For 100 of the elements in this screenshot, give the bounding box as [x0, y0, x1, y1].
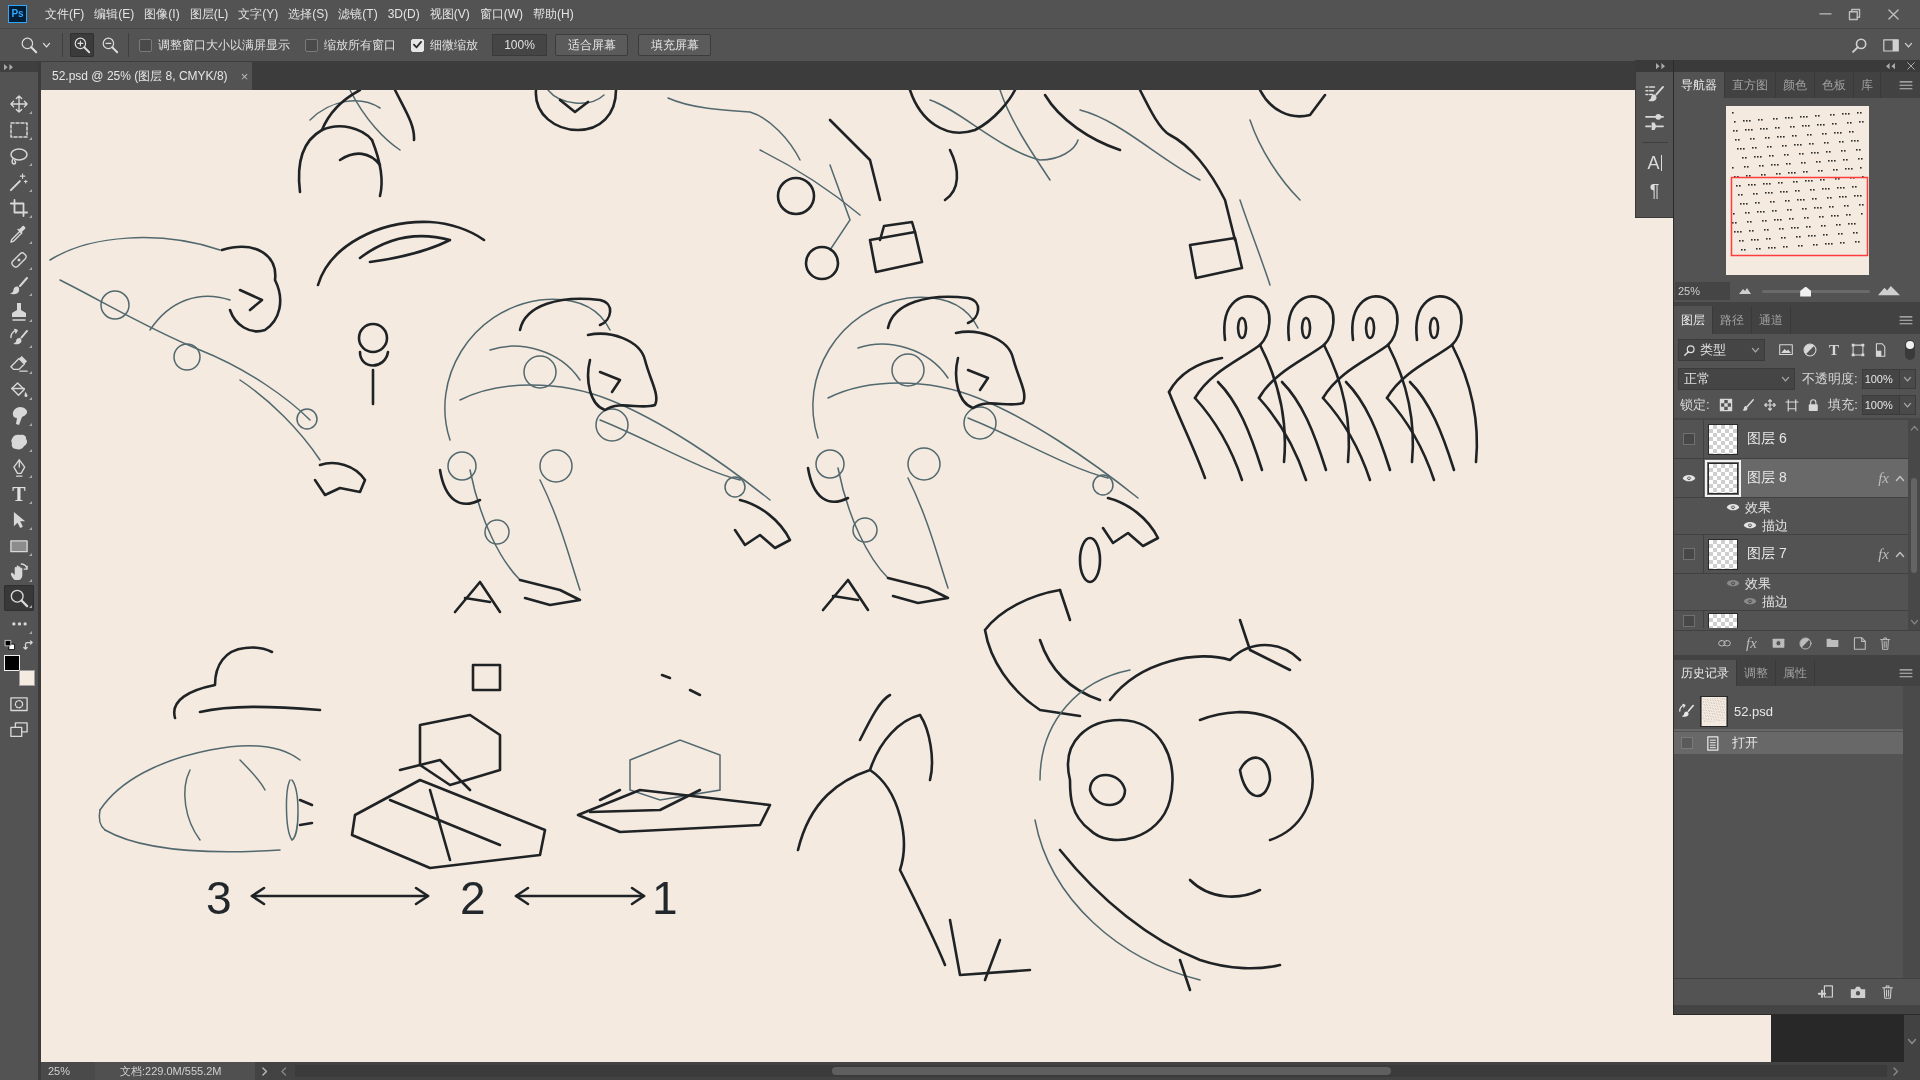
- half-circle-icon[interactable]: [1803, 343, 1817, 357]
- menu-item[interactable]: 视图(V): [424, 3, 475, 25]
- panel-tab[interactable]: 通道: [1752, 306, 1791, 334]
- eye-icon[interactable]: [1681, 473, 1696, 483]
- fill-field[interactable]: 100%: [1861, 395, 1900, 415]
- menu-item[interactable]: 文字(Y): [233, 3, 284, 25]
- caret-up-icon[interactable]: [1896, 475, 1904, 481]
- page-icon[interactable]: [1875, 343, 1887, 357]
- panel-tab[interactable]: 图层: [1674, 306, 1713, 334]
- effects-badge[interactable]: fx: [1878, 546, 1889, 562]
- checkbox-label[interactable]: 缩放所有窗口: [324, 36, 396, 54]
- option-button[interactable]: 填充屏幕: [638, 34, 711, 56]
- tool-button[interactable]: [4, 585, 34, 611]
- menu-icon[interactable]: [1900, 80, 1912, 90]
- view-area-frame[interactable]: [1730, 176, 1868, 257]
- chevron-right-icon[interactable]: [1892, 1066, 1899, 1076]
- eye-icon[interactable]: [1743, 521, 1757, 530]
- menu-item[interactable]: 编辑(E): [89, 3, 140, 25]
- folder-icon[interactable]: [1826, 638, 1839, 648]
- double-arrow-icon[interactable]: [4, 63, 13, 71]
- chevron-left-icon[interactable]: [281, 1066, 287, 1076]
- history-scrollbar[interactable]: [1903, 686, 1920, 978]
- document-tab[interactable]: 52.psd @ 25% (图层 8, CMYK/8) ×: [41, 62, 252, 90]
- restore-icon[interactable]: [1849, 8, 1860, 20]
- layers-scrollbar[interactable]: [1908, 420, 1920, 630]
- zoom-level-field[interactable]: 25%: [41, 1062, 95, 1080]
- checkbox[interactable]: [305, 38, 318, 52]
- option-button[interactable]: 适合屏幕: [555, 34, 628, 56]
- new-page-icon[interactable]: [1853, 636, 1866, 650]
- camera-icon[interactable]: [1849, 985, 1866, 999]
- close-icon[interactable]: [1888, 8, 1899, 20]
- menu-item[interactable]: 窗口(W): [474, 3, 528, 25]
- close-icon[interactable]: [1907, 62, 1915, 70]
- move-icon[interactable]: [1763, 399, 1776, 411]
- opacity-field[interactable]: 100%: [1861, 369, 1900, 389]
- checkbox[interactable]: [139, 38, 152, 52]
- navigator-thumbnail[interactable]: [1725, 106, 1869, 275]
- scrollbar-thumb[interactable]: [1911, 477, 1917, 573]
- history-state[interactable]: 打开: [1674, 732, 1903, 754]
- character-panel-button[interactable]: A: [1640, 149, 1669, 177]
- menu-item[interactable]: 图像(I): [139, 3, 185, 25]
- blend-mode-dropdown[interactable]: 正常: [1678, 368, 1795, 390]
- effects-button[interactable]: fx: [1745, 635, 1758, 651]
- close-tab-button[interactable]: ×: [239, 68, 250, 84]
- panel-tab[interactable]: 导航器: [1674, 72, 1725, 98]
- panel-tab[interactable]: 库: [1854, 72, 1881, 98]
- large-mountain-icon[interactable]: [1878, 286, 1900, 296]
- menu-icon[interactable]: [1900, 668, 1912, 678]
- tool-button[interactable]: T: [4, 481, 34, 507]
- checker-icon[interactable]: [1719, 399, 1732, 411]
- image-icon[interactable]: [1779, 344, 1793, 356]
- chevron-right-icon[interactable]: [262, 1066, 268, 1076]
- foreground-swatch[interactable]: [3, 655, 20, 671]
- menu-item[interactable]: 3D(D): [382, 3, 425, 25]
- zoom-level-field[interactable]: 25%: [1675, 282, 1730, 300]
- double-arrow-icon[interactable]: [1656, 63, 1665, 70]
- mask-icon[interactable]: [1772, 637, 1785, 649]
- panel-tab[interactable]: 直方图: [1725, 72, 1776, 98]
- link-icon[interactable]: [1718, 639, 1731, 647]
- type-filter-button[interactable]: T: [1827, 342, 1841, 358]
- menu-item[interactable]: 帮助(H): [528, 3, 579, 25]
- menu-icon[interactable]: [1900, 315, 1912, 325]
- toggle-switch[interactable]: [1905, 340, 1915, 360]
- brush-arrow-icon[interactable]: [1679, 704, 1694, 719]
- filter-dropdown[interactable]: 类型: [1678, 339, 1765, 361]
- caret-up-icon[interactable]: [1896, 551, 1904, 557]
- menu-item[interactable]: 图层(L): [184, 3, 234, 25]
- panel-tab[interactable]: 颜色: [1776, 72, 1815, 98]
- document-size-info[interactable]: 文档:229.0M/555.2M: [95, 1062, 255, 1080]
- frame-icon[interactable]: [1785, 399, 1798, 411]
- zoom-percent-field[interactable]: 100%: [492, 34, 547, 56]
- background-swatch[interactable]: [18, 670, 35, 686]
- padlock-icon[interactable]: [1807, 399, 1819, 411]
- checkbox-label[interactable]: 细微缩放: [430, 36, 478, 54]
- panel-tab[interactable]: 属性: [1776, 660, 1815, 686]
- menu-item[interactable]: 选择(S): [283, 3, 334, 25]
- panel-tab[interactable]: 历史记录: [1674, 660, 1737, 686]
- checkbox-label[interactable]: 调整窗口大小以满屏显示: [158, 36, 290, 54]
- half-circle-icon[interactable]: [1799, 636, 1812, 650]
- scrollbar-thumb[interactable]: [831, 1067, 1391, 1075]
- slider-thumb[interactable]: [1800, 286, 1812, 297]
- horizontal-scrollbar[interactable]: [294, 1065, 1887, 1077]
- brush-icon[interactable]: [1741, 399, 1754, 411]
- double-arrow-icon[interactable]: [1886, 62, 1895, 70]
- trash-icon[interactable]: [1881, 985, 1893, 999]
- default-colors-icon[interactable]: [5, 640, 15, 650]
- panel-tab[interactable]: 路径: [1713, 306, 1752, 334]
- search-icon[interactable]: [1852, 37, 1867, 53]
- eye-icon[interactable]: [1726, 503, 1740, 512]
- shape-icon[interactable]: [1851, 343, 1865, 357]
- plus-page-icon[interactable]: [1817, 985, 1834, 999]
- swap-arrows-icon[interactable]: [23, 640, 33, 650]
- layer-row[interactable]: 图层 8 fx: [1704, 459, 1908, 497]
- paragraph-panel-button[interactable]: ¶: [1640, 177, 1669, 205]
- panel-tab[interactable]: 调整: [1737, 660, 1776, 686]
- small-mountain-icon[interactable]: [1739, 288, 1751, 294]
- menu-item[interactable]: 文件(F): [40, 3, 90, 25]
- menu-item[interactable]: 滤镜(T): [333, 3, 383, 25]
- zoom-in-button[interactable]: [70, 33, 94, 57]
- workspace-button[interactable]: [1883, 38, 1912, 52]
